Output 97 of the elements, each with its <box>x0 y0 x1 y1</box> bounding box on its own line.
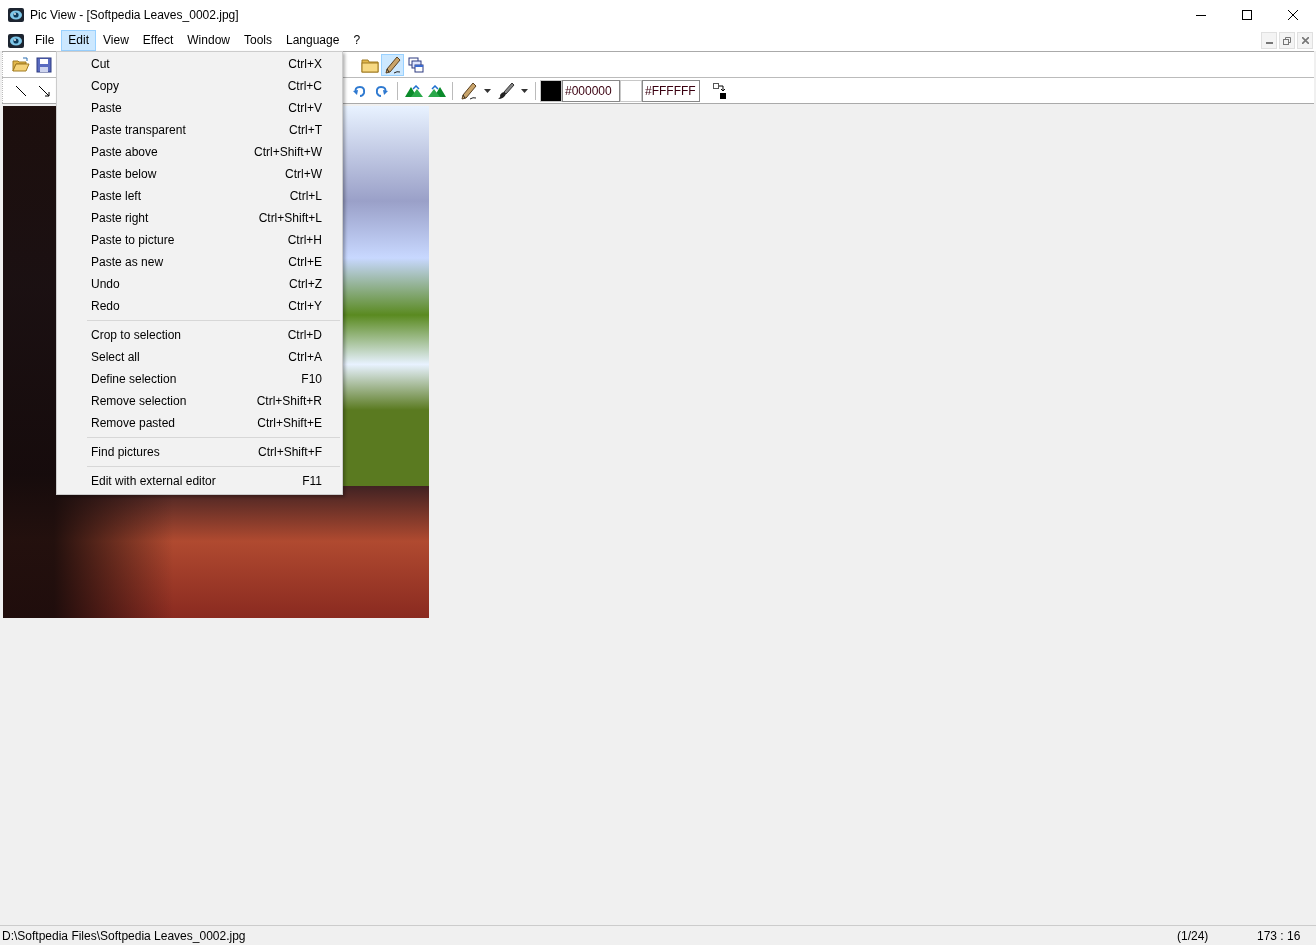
shortcut-text: Ctrl+Y <box>288 299 322 313</box>
menu-label: Paste <box>91 101 122 115</box>
menu-entry[interactable]: Undo Ctrl+Z <box>57 273 342 295</box>
menu-label: Find pictures <box>91 445 160 459</box>
mountain-icon <box>404 84 423 97</box>
minimize-button[interactable] <box>1261 32 1277 49</box>
menu-label: Paste above <box>91 145 158 159</box>
menu-entry[interactable]: Paste above Ctrl+Shift+W <box>57 141 342 163</box>
menu-item[interactable]: Window <box>180 30 237 51</box>
open-folder-icon <box>11 56 30 73</box>
shortcut-text: Ctrl+H <box>287 233 322 247</box>
menu-label: Paste right <box>91 211 149 225</box>
restore-icon <box>1283 36 1291 45</box>
swap-colors-icon <box>712 82 727 99</box>
shortcut-text: Ctrl+T <box>289 123 322 137</box>
menu-label: Paste as new <box>91 255 164 269</box>
shortcut-text: Ctrl+A <box>288 350 322 364</box>
shortcut-text: Ctrl+Z <box>289 277 322 291</box>
shortcut-text: F11 <box>302 474 322 488</box>
menu-label: Select all <box>91 350 140 364</box>
pencil-icon <box>460 81 477 100</box>
menu-entry[interactable]: Paste right Ctrl+Shift+L <box>57 207 342 229</box>
color-field[interactable]: #000000 <box>562 79 620 102</box>
menu-label: Paste transparent <box>91 123 186 137</box>
menu-entry[interactable]: Paste Ctrl+V <box>57 97 342 119</box>
restore-button[interactable] <box>1279 32 1295 49</box>
line-icon <box>13 83 28 98</box>
shortcut-text: Ctrl+D <box>287 328 322 342</box>
menu-entry[interactable]: Cut Ctrl+X <box>57 53 342 75</box>
shortcut-text: Ctrl+Shift+R <box>256 394 322 408</box>
eye-logo-icon <box>8 7 24 23</box>
redo-icon <box>374 83 389 98</box>
shortcut-text: Ctrl+Shift+W <box>254 145 322 159</box>
menu-entry[interactable]: Redo Ctrl+Y <box>57 295 342 317</box>
menu-label: Paste to picture <box>91 233 175 247</box>
folder-icon <box>360 56 379 73</box>
shortcut-text: Ctrl+Shift+L <box>258 211 322 225</box>
close-icon <box>1301 37 1309 44</box>
menu-label: Remove selection <box>91 394 187 408</box>
shortcut-text: Ctrl+L <box>289 189 322 203</box>
shortcut-text: Ctrl+Shift+E <box>257 416 322 430</box>
brush-icon <box>496 81 515 100</box>
pencil-icon <box>384 55 401 74</box>
menu-label: Define selection <box>91 372 177 386</box>
menu-entry[interactable]: Paste below Ctrl+W <box>57 163 342 185</box>
color-swatch[interactable] <box>540 79 562 102</box>
menu-label: Undo <box>91 277 120 291</box>
menu-entry[interactable]: Edit with external editor F11 <box>57 470 342 492</box>
shortcut-text: F10 <box>301 372 322 386</box>
color-field[interactable]: #FFFFFF <box>642 79 700 102</box>
cursor-position: 173 : 16 <box>1257 928 1302 943</box>
image-index: (1/24) <box>1177 928 1210 943</box>
mountain-icon <box>427 84 446 97</box>
shortcut-text: Ctrl+C <box>287 79 322 93</box>
menu-entry[interactable]: Select all Ctrl+A <box>57 346 342 368</box>
menu-label: Paste left <box>91 189 142 203</box>
menu-entry[interactable]: Define selection F10 <box>57 368 342 390</box>
caret-icon <box>483 88 491 93</box>
toolbar-button[interactable] <box>381 53 404 76</box>
menu-label: Copy <box>91 79 119 93</box>
menu-item[interactable]: Effect <box>135 30 181 51</box>
close-icon <box>1288 10 1298 20</box>
menu-entry[interactable]: Paste transparent Ctrl+T <box>57 119 342 141</box>
menu-entry[interactable]: Remove pasted Ctrl+Shift+E <box>57 412 342 434</box>
menu-entry[interactable]: Copy Ctrl+C <box>57 75 342 97</box>
menu-entry[interactable]: Remove selection Ctrl+Shift+R <box>57 390 342 412</box>
menu-label: Redo <box>91 299 120 313</box>
menu-item[interactable]: Language <box>279 30 347 51</box>
menu-label: Paste below <box>91 167 157 181</box>
menu-item[interactable]: Tools <box>237 30 279 51</box>
menu-label: Remove pasted <box>91 416 176 430</box>
file-path: D:\Softpedia Files\Softpedia Leaves_0002.jpg <box>2 928 247 943</box>
undo-icon <box>351 83 366 98</box>
menu-entry[interactable]: Find pictures Ctrl+Shift+F <box>57 441 342 463</box>
menu-item[interactable]: Edit <box>61 30 97 51</box>
menu-entry[interactable]: Paste as new Ctrl+E <box>57 251 342 273</box>
window-title: Pic View - [Softpedia Leaves_0002.jpg] <box>30 8 240 22</box>
menu-item[interactable]: View <box>96 30 136 51</box>
arrow-line-icon <box>36 83 51 98</box>
menu-label: Edit with external editor <box>91 474 216 488</box>
menu-entry[interactable]: Paste to picture Ctrl+H <box>57 229 342 251</box>
shortcut-text: Ctrl+V <box>288 101 322 115</box>
menu-entry[interactable]: Crop to selection Ctrl+D <box>57 324 342 346</box>
color-swatch[interactable] <box>620 79 642 102</box>
shortcut-text: Ctrl+Shift+F <box>257 445 322 459</box>
maximize-icon <box>1242 10 1252 20</box>
shortcut-text: Ctrl+X <box>288 57 322 71</box>
menu-item[interactable]: File <box>28 30 62 51</box>
shortcut-text: Ctrl+E <box>288 255 322 269</box>
shortcut-text: Ctrl+W <box>285 167 322 181</box>
close-button[interactable] <box>1297 32 1313 49</box>
menu-entry[interactable]: Paste left Ctrl+L <box>57 185 342 207</box>
windows-icon <box>407 56 424 73</box>
menu-item[interactable]: ? <box>346 30 368 51</box>
caret-icon <box>520 88 528 93</box>
menu-label: Cut <box>91 57 110 71</box>
menu-label: Crop to selection <box>91 328 182 342</box>
